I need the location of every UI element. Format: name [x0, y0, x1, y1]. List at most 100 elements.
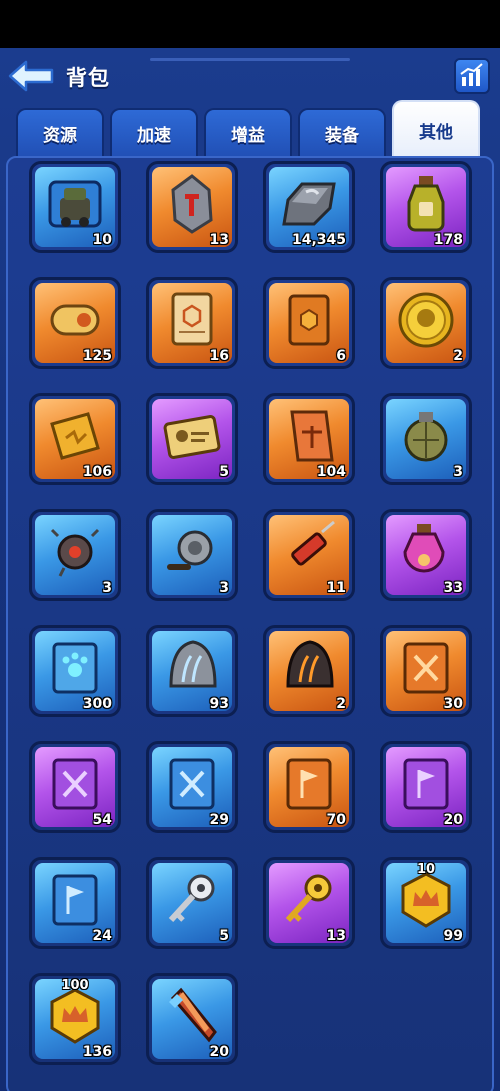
inventory-item[interactable]: 14,345 [263, 161, 355, 253]
sword-book-orange-icon [395, 636, 457, 698]
item-count: 20 [209, 1044, 229, 1060]
item-count: 70 [326, 812, 346, 828]
item-count: 300 [82, 696, 112, 712]
stats-button[interactable] [454, 58, 490, 94]
inventory-item[interactable]: 20 [380, 741, 472, 833]
inventory-item[interactable]: 100 136 [29, 973, 121, 1065]
inventory-item[interactable]: 13 [146, 161, 238, 253]
item-count: 3 [219, 580, 229, 596]
inventory-item[interactable]: 24 [29, 857, 121, 949]
item-count: 6 [336, 348, 346, 364]
item-count: 99 [443, 928, 463, 944]
fishing-reel-icon [161, 520, 223, 582]
item-count: 106 [82, 464, 112, 480]
gold-coin-icon [395, 288, 457, 350]
justice-ticket-icon [278, 404, 340, 466]
speed-ticket-icon [44, 404, 106, 466]
chart-icon [460, 63, 483, 86]
inventory-item[interactable]: 10 99 [380, 857, 472, 949]
item-count: 13 [209, 232, 229, 248]
item-count: 125 [82, 348, 112, 364]
item-count: 14,345 [291, 232, 346, 248]
inventory-item[interactable]: 93 [146, 625, 238, 717]
paw-book-icon [44, 636, 106, 698]
inventory-item[interactable]: 3 [29, 509, 121, 601]
blueprint-parchment-icon [161, 288, 223, 350]
item-count: 3 [102, 580, 112, 596]
item-count: 20 [443, 812, 463, 828]
inventory-item[interactable]: 106 [29, 393, 121, 485]
inventory-item[interactable]: 70 [263, 741, 355, 833]
inventory-item[interactable]: 3 [146, 509, 238, 601]
id-card-icon [161, 404, 223, 466]
grenade-icon [395, 404, 457, 466]
item-count: 24 [92, 928, 112, 944]
inventory-item[interactable]: 104 [263, 393, 355, 485]
inventory-item[interactable]: 16 [146, 277, 238, 369]
inventory-item[interactable]: 20 [146, 973, 238, 1065]
crown-token-icon [395, 868, 457, 930]
silver-key-icon [161, 868, 223, 930]
red-rune-stone-icon [161, 172, 223, 234]
inventory-item[interactable]: 178 [380, 161, 472, 253]
inventory-item[interactable]: 3 [380, 393, 472, 485]
inventory-item[interactable]: 13 [263, 857, 355, 949]
inventory-item[interactable]: 5 [146, 393, 238, 485]
item-count: 2 [453, 348, 463, 364]
tab-other[interactable]: 其他 [392, 100, 480, 158]
armored-car-puzzle-icon [44, 172, 106, 234]
fire-claw-stone-icon [278, 636, 340, 698]
flag-book-orange-icon [278, 752, 340, 814]
inventory-item[interactable]: 29 [146, 741, 238, 833]
inventory-item[interactable]: 54 [29, 741, 121, 833]
tab-speedups[interactable]: 加速 [110, 108, 198, 156]
item-count: 5 [219, 464, 229, 480]
crystal-shard-icon [161, 984, 223, 1046]
item-count: 11 [326, 580, 346, 596]
inventory-item[interactable]: 10 [29, 161, 121, 253]
inventory-item[interactable]: 11 [263, 509, 355, 601]
item-stack-value: 100 [61, 978, 89, 993]
item-count: 10 [92, 232, 112, 248]
tab-resources[interactable]: 资源 [16, 108, 104, 156]
item-count: 29 [209, 812, 229, 828]
flag-book-purple-icon [395, 752, 457, 814]
inventory-item[interactable]: 30 [380, 625, 472, 717]
item-count: 54 [92, 812, 112, 828]
page-title: 背包 [66, 66, 110, 90]
sword-book-blue-icon [161, 752, 223, 814]
item-count: 13 [326, 928, 346, 944]
inventory-item[interactable]: 5 [146, 857, 238, 949]
item-stack-value: 10 [416, 862, 436, 877]
silver-claw-stone-icon [161, 636, 223, 698]
inventory-item[interactable]: 2 [263, 625, 355, 717]
sword-book-purple-icon [44, 752, 106, 814]
inventory-item[interactable]: 2 [380, 277, 472, 369]
inventory-item[interactable]: 125 [29, 277, 121, 369]
tab-boosts[interactable]: 增益 [204, 108, 292, 156]
inventory-item[interactable]: 300 [29, 625, 121, 717]
item-count: 104 [316, 464, 346, 480]
item-count: 33 [443, 580, 463, 596]
item-count: 136 [82, 1044, 112, 1060]
item-count: 30 [443, 696, 463, 712]
back-arrow-icon [8, 60, 54, 92]
item-count: 5 [219, 928, 229, 944]
top-divider [150, 58, 350, 61]
syringe-icon [278, 520, 340, 582]
iron-ingot-icon [278, 172, 340, 234]
gold-key-icon [278, 868, 340, 930]
item-count: 16 [209, 348, 229, 364]
tab-bar: 资源 加速 增益 装备 其他 [16, 100, 486, 158]
tab-equipment[interactable]: 装备 [298, 108, 386, 156]
pink-potion-icon [395, 520, 457, 582]
inventory-item[interactable]: 33 [380, 509, 472, 601]
inventory-item[interactable]: 6 [263, 277, 355, 369]
item-count: 178 [433, 232, 463, 248]
back-button[interactable] [8, 60, 54, 92]
orange-book-icon [278, 288, 340, 350]
robot-drone-icon [44, 520, 106, 582]
item-count: 3 [453, 464, 463, 480]
flag-book-blue-icon [44, 868, 106, 930]
crown-token-icon [44, 984, 106, 1046]
